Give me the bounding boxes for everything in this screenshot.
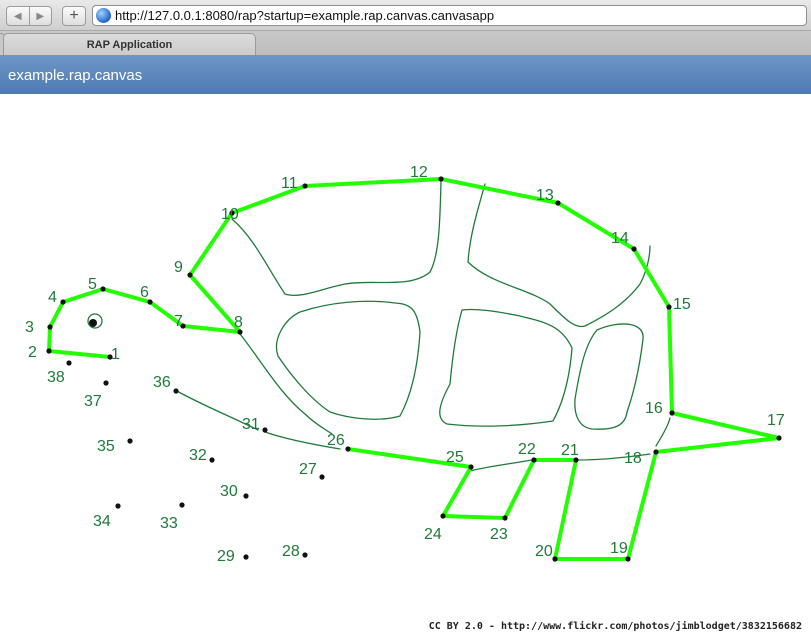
app-header: example.rap.canvas xyxy=(0,56,811,94)
dot-number: 6 xyxy=(140,284,149,301)
dot-number: 29 xyxy=(217,548,235,565)
tab-bar: RAP Application xyxy=(0,31,811,56)
dot-number: 17 xyxy=(767,412,785,429)
dot-31 xyxy=(262,427,268,433)
dot-number: 11 xyxy=(281,175,298,192)
back-button[interactable]: ◀ xyxy=(7,7,30,25)
dot-number: 34 xyxy=(93,513,111,530)
dot-36 xyxy=(173,388,179,394)
dot-37 xyxy=(103,380,109,386)
add-bookmark-button[interactable]: + xyxy=(62,6,86,26)
dot-20 xyxy=(552,556,558,562)
dot-number: 15 xyxy=(673,296,691,313)
dot-14 xyxy=(631,246,637,252)
dot-34 xyxy=(115,503,121,509)
dot-number: 37 xyxy=(84,393,102,410)
dot-3 xyxy=(47,324,53,330)
dot-11 xyxy=(302,183,308,189)
dot-15 xyxy=(666,304,672,310)
dot-30 xyxy=(243,493,249,499)
dot-number: 14 xyxy=(611,230,629,247)
dot-number: 35 xyxy=(97,438,115,455)
tab-label: RAP Application xyxy=(86,38,173,51)
turtle-drawing[interactable]: 1 2 3 4 5 6 7 8 9 10 11 12 13 14 15 16 1… xyxy=(0,94,811,637)
dot-number: 27 xyxy=(299,461,317,478)
dot-number: 23 xyxy=(490,526,508,543)
dot-32 xyxy=(209,457,215,463)
forward-icon: ▶ xyxy=(36,10,45,22)
dot-number: 32 xyxy=(189,447,207,464)
dot-33 xyxy=(179,502,185,508)
dot-number: 2 xyxy=(28,344,37,361)
dot-number: 28 xyxy=(282,543,300,560)
dot-number: 4 xyxy=(48,289,57,306)
globe-icon xyxy=(96,8,111,23)
dot-17 xyxy=(776,435,782,441)
dot-number: 9 xyxy=(174,259,183,276)
dot-number: 13 xyxy=(536,187,554,204)
dot-number: 20 xyxy=(535,543,553,560)
drawing-canvas[interactable]: 1 2 3 4 5 6 7 8 9 10 11 12 13 14 15 16 1… xyxy=(0,94,811,637)
image-credit: CC BY 2.0 - http://www.flickr.com/photos… xyxy=(428,621,802,632)
dot-number: 30 xyxy=(220,483,238,500)
dot-26 xyxy=(345,446,351,452)
dot-number: 25 xyxy=(446,449,464,466)
dot-number: 8 xyxy=(234,314,243,331)
dot-number: 26 xyxy=(327,432,345,449)
dot-25 xyxy=(468,464,474,470)
dot-23 xyxy=(502,515,508,521)
dot-18 xyxy=(653,449,659,455)
forward-button[interactable]: ▶ xyxy=(30,7,52,25)
dot-number: 7 xyxy=(174,313,183,330)
dot-35 xyxy=(127,438,133,444)
dot-38 xyxy=(66,360,72,366)
dot-number: 36 xyxy=(153,374,171,391)
dot-24 xyxy=(440,513,446,519)
dot-5 xyxy=(100,286,106,292)
browser-toolbar: ◀ ▶ + http://127.0.0.1:8080/rap?startup=… xyxy=(0,0,811,31)
dot-number: 1 xyxy=(111,346,120,363)
dot-19 xyxy=(625,556,631,562)
dot-number: 16 xyxy=(645,400,663,417)
dot-number: 12 xyxy=(410,164,428,181)
back-icon: ◀ xyxy=(13,10,22,22)
dot-13 xyxy=(555,200,561,206)
dot-28 xyxy=(302,552,308,558)
dot-22 xyxy=(531,457,537,463)
dot-number: 10 xyxy=(221,206,239,223)
dot-27 xyxy=(319,474,325,480)
dot-16 xyxy=(669,410,675,416)
dot-2 xyxy=(46,348,52,354)
dot-9 xyxy=(187,272,193,278)
dot-number: 21 xyxy=(561,442,579,459)
app-title: example.rap.canvas xyxy=(8,67,143,84)
dot-12 xyxy=(438,176,444,182)
dot-number: 38 xyxy=(47,369,65,386)
dot-number: 19 xyxy=(610,540,628,557)
dot-number: 3 xyxy=(25,319,34,336)
dot-number: 31 xyxy=(242,416,260,433)
address-bar[interactable]: http://127.0.0.1:8080/rap?startup=exampl… xyxy=(92,5,807,26)
dot-number: 22 xyxy=(518,441,536,458)
url-text: http://127.0.0.1:8080/rap?startup=exampl… xyxy=(115,8,495,23)
dot-4 xyxy=(60,299,66,305)
dot-number: 24 xyxy=(424,526,442,543)
connect-the-dots-line xyxy=(47,177,781,561)
dot-29 xyxy=(243,554,249,560)
dot-number: 33 xyxy=(160,515,178,532)
plus-icon: + xyxy=(69,7,79,24)
tab-rap-application[interactable]: RAP Application xyxy=(3,33,256,55)
dot-number: 5 xyxy=(88,276,97,293)
nav-buttons: ◀ ▶ xyxy=(6,6,52,26)
dot-number: 18 xyxy=(624,450,642,467)
